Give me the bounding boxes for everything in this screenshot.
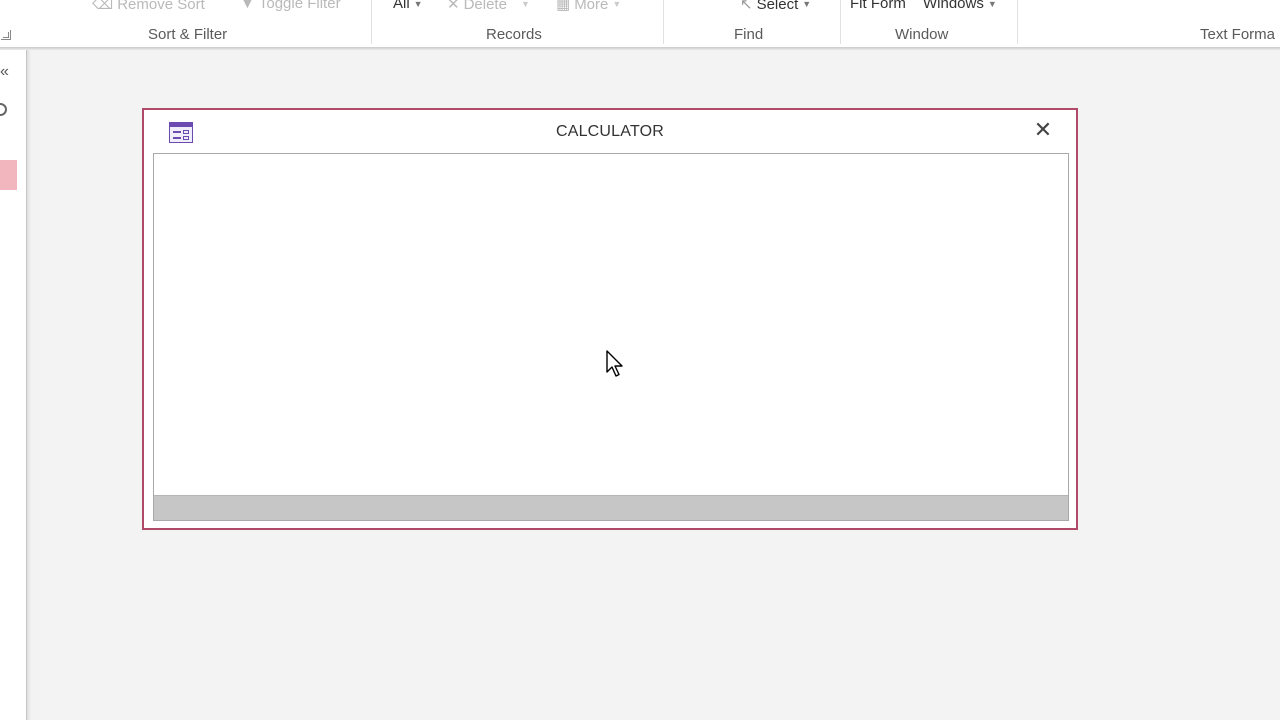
collapse-nav-icon[interactable]: « (0, 63, 9, 81)
more-label: More (574, 0, 609, 13)
window-group-label: Window (895, 26, 949, 43)
form-title: CALCULATOR (555, 123, 665, 140)
more-grid-icon: ▦ (556, 0, 571, 13)
horizontal-scrollbar[interactable] (154, 495, 1068, 520)
close-icon[interactable]: ✕ (1032, 119, 1054, 141)
more-button[interactable]: ▦ More ▼ (556, 0, 621, 13)
chevron-down-icon: ▼ (612, 0, 622, 9)
sort-filter-group-label: Sort & Filter (148, 26, 228, 43)
chevron-down-icon: ▼ (987, 0, 997, 9)
refresh-all-label: All (393, 0, 410, 12)
group-separator (663, 0, 664, 44)
group-separator (1017, 0, 1018, 44)
delete-label: Delete (463, 0, 507, 13)
group-separator (371, 0, 372, 44)
records-group-label: Records (486, 26, 542, 43)
form-detail-area (153, 153, 1069, 521)
text-formatting-group-label: Text Forma (1200, 26, 1276, 43)
switch-windows-button[interactable]: Windows ▼ (923, 0, 997, 12)
toggle-filter-label: Toggle Filter (258, 0, 341, 12)
select-button[interactable]: ↖ Select ▼ (740, 0, 811, 13)
toggle-filter-button[interactable]: ▼ Toggle Filter (240, 0, 341, 12)
group-separator (840, 0, 841, 44)
nav-selected-item[interactable] (0, 160, 17, 190)
navigation-pane-edge (27, 50, 31, 720)
remove-sort-button[interactable]: ⌫ Remove Sort (92, 0, 205, 13)
refresh-all-button[interactable]: All ▼ (393, 0, 423, 12)
delete-x-icon: ✕ (447, 0, 460, 13)
chevron-down-icon: ▼ (802, 0, 812, 9)
filter-icon: ▼ (240, 0, 255, 12)
dialog-launcher-icon[interactable] (1, 30, 11, 40)
eraser-sort-icon: ⌫ (92, 0, 114, 13)
ribbon-shadow (0, 47, 1280, 50)
ribbon: ⌫ Remove Sort ▼ Toggle Filter Sort & Fil… (0, 0, 1280, 48)
delete-button[interactable]: ✕ Delete ▼ (447, 0, 530, 13)
fit-form-button[interactable]: Fit Form (850, 0, 906, 12)
switch-windows-label: Windows (923, 0, 984, 12)
chevron-down-icon: ▼ (413, 0, 423, 9)
calculator-form-window: CALCULATOR ✕ (142, 108, 1078, 530)
fit-form-label: Fit Form (850, 0, 906, 12)
chevron-down-icon: ▼ (520, 0, 530, 9)
find-group-label: Find (734, 26, 764, 43)
navigation-pane (0, 50, 27, 720)
remove-sort-label: Remove Sort (117, 0, 205, 13)
select-arrow-icon: ↖ (740, 0, 753, 13)
select-label: Select (756, 0, 799, 13)
mouse-cursor-icon (606, 350, 623, 377)
